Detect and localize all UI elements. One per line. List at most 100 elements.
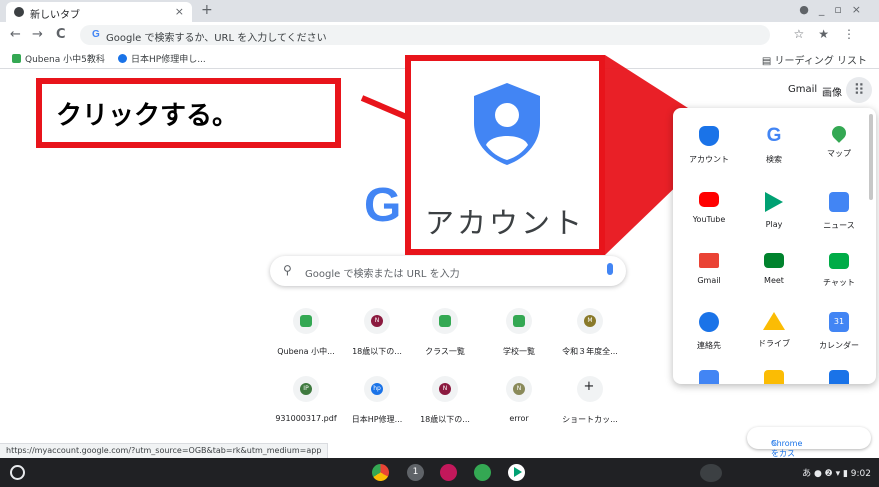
tab-new-tab[interactable]: 新しいタブ × [6,2,192,22]
shortcut-tile[interactable]: Qubena 小中... [266,308,346,357]
toolbar-right: ☆★⋮ [793,27,869,41]
customize-chrome-button[interactable]: ✎ Chrome をカスタマイズ [747,427,871,480]
shortcut-icon: hp [364,376,390,402]
app-chat[interactable]: チャット [806,253,872,288]
shortcut-label: Qubena 小中... [277,347,335,356]
search-placeholder: Google で検索または URL を入力 [305,269,460,280]
app-more-3[interactable] [806,370,872,384]
shortcut-label: クラス一覧 [425,347,465,356]
qubena-icon [12,54,21,63]
app-drive[interactable]: ドライブ [741,312,807,349]
shortcut-label: 18歳以下の... [420,415,470,424]
bookmark-label: 日本HP修理申し... [131,55,206,65]
account-shield-icon [699,126,719,146]
maximize-icon[interactable]: ▫ [834,3,851,16]
microphone-icon[interactable] [607,263,613,275]
app-gmail[interactable]: Gmail [676,253,742,285]
shortcut-tile[interactable]: 学校一覧 [479,308,559,357]
photos-icon [764,370,784,384]
translate-icon [699,370,719,384]
chrome-menu-icon[interactable]: ⋮ [843,27,869,41]
google-apps-grid-icon[interactable]: ⠿ [846,77,872,103]
minimize-icon[interactable]: _ [819,3,835,16]
contacts-person-icon [699,312,719,332]
app-label: 検索 [766,155,782,164]
reading-list-button[interactable]: ▤ リーディング リスト [762,52,867,67]
shortcut-icon: N [506,376,532,402]
app-more-2[interactable] [741,370,807,384]
app-account[interactable]: アカウント [676,126,742,165]
shortcut-label: 学校一覧 [503,347,535,356]
app-label: チャット [823,278,855,287]
account-dot-icon[interactable]: ● [799,3,819,16]
gmail-icon [699,253,719,268]
close-window-icon[interactable]: × [852,3,871,16]
forward-button[interactable]: → [32,27,43,42]
shortcut-icon: N [364,308,390,334]
bookmark-label: Qubena 小中5教科 [25,55,105,65]
shortcut-icon: N [432,376,458,402]
shortcut-icon [506,308,532,334]
search-icon: ⚲ [283,263,292,277]
app-youtube[interactable]: YouTube [676,192,742,224]
add-shortcut-button[interactable]: + ショートカッ... [550,376,630,425]
bookmark-hp[interactable]: 日本HP修理申し... [118,52,206,65]
bookmark-qubena[interactable]: Qubena 小中5教科 [12,52,105,65]
news-icon [829,192,849,212]
app-label: Gmail [697,276,721,285]
app-search[interactable]: G 検索 [741,126,807,165]
shortcut-tile[interactable]: M 令和３年度全... [550,308,630,357]
app-label: カレンダー [819,341,859,350]
qubena-icon[interactable] [474,464,491,481]
play-triangle-icon [765,192,783,212]
new-tab-button[interactable]: + [201,2,213,18]
qr-app-icon[interactable] [440,464,457,481]
app-news[interactable]: ニュース [806,192,872,231]
stylus-tools-icon[interactable] [700,464,722,482]
app-more-1[interactable] [676,370,742,384]
app-meet[interactable]: Meet [741,253,807,285]
account-shield-icon [474,83,540,165]
drive-triangle-icon [763,312,785,330]
launcher-icon[interactable] [10,465,25,480]
shortcut-icon: M [577,308,603,334]
reading-list-icon: ▤ [761,56,775,67]
extensions-icon[interactable]: ★ [818,27,843,41]
app-maps[interactable]: マップ [806,123,872,159]
badge-one-icon[interactable]: 1 [407,464,424,481]
app-label: ドライブ [758,339,790,348]
tab-close-icon[interactable]: × [175,5,184,18]
app-play[interactable]: Play [741,192,807,229]
app-contacts[interactable]: 連絡先 [676,312,742,351]
google-g-icon: G [764,126,784,146]
shortcut-label: error [509,414,529,423]
chrome-favicon-icon [14,7,24,17]
status-url: https://myaccount.google.com/?utm_source… [0,443,329,458]
shortcut-tile[interactable]: クラス一覧 [405,308,485,357]
images-link[interactable]: 画像 [822,84,842,99]
maps-pin-icon [829,123,849,143]
chrome-icon[interactable] [372,464,389,481]
app-label: アカウント [689,155,729,164]
reload-button[interactable]: C [56,27,66,42]
reading-list-label: リーディング リスト [774,56,867,67]
app-calendar[interactable]: 31 カレンダー [806,312,872,351]
instruction-text: クリックする。 [56,101,239,131]
window-controls[interactable]: ●_▫× [799,3,871,16]
omnibox[interactable]: G Google で検索するか、URL を入力してください [80,25,770,45]
search-box[interactable]: ⚲ Google で検索または URL を入力 [270,256,626,286]
app-label: 連絡先 [697,341,721,350]
google-g-icon: G [92,29,100,40]
shortcut-tile[interactable]: N error [479,376,559,423]
omnibox-placeholder: Google で検索するか、URL を入力してください [106,33,327,44]
zoomed-account-box: アカウント [405,55,605,255]
gmail-link[interactable]: Gmail [788,84,817,95]
shortcut-label: ショートカッ... [562,415,618,424]
back-button[interactable]: ← [10,27,21,42]
shortcut-tile[interactable]: N 18歳以下の... [405,376,485,425]
status-tray[interactable]: あ ● ❷ ▾ ▮ 9:02 [802,466,871,479]
play-store-icon[interactable] [508,464,525,481]
tab-title: 新しいタブ [30,10,80,21]
shortcut-tile[interactable]: IP 931000317.pdf [266,376,346,423]
bookmark-star-icon[interactable]: ☆ [793,27,818,41]
